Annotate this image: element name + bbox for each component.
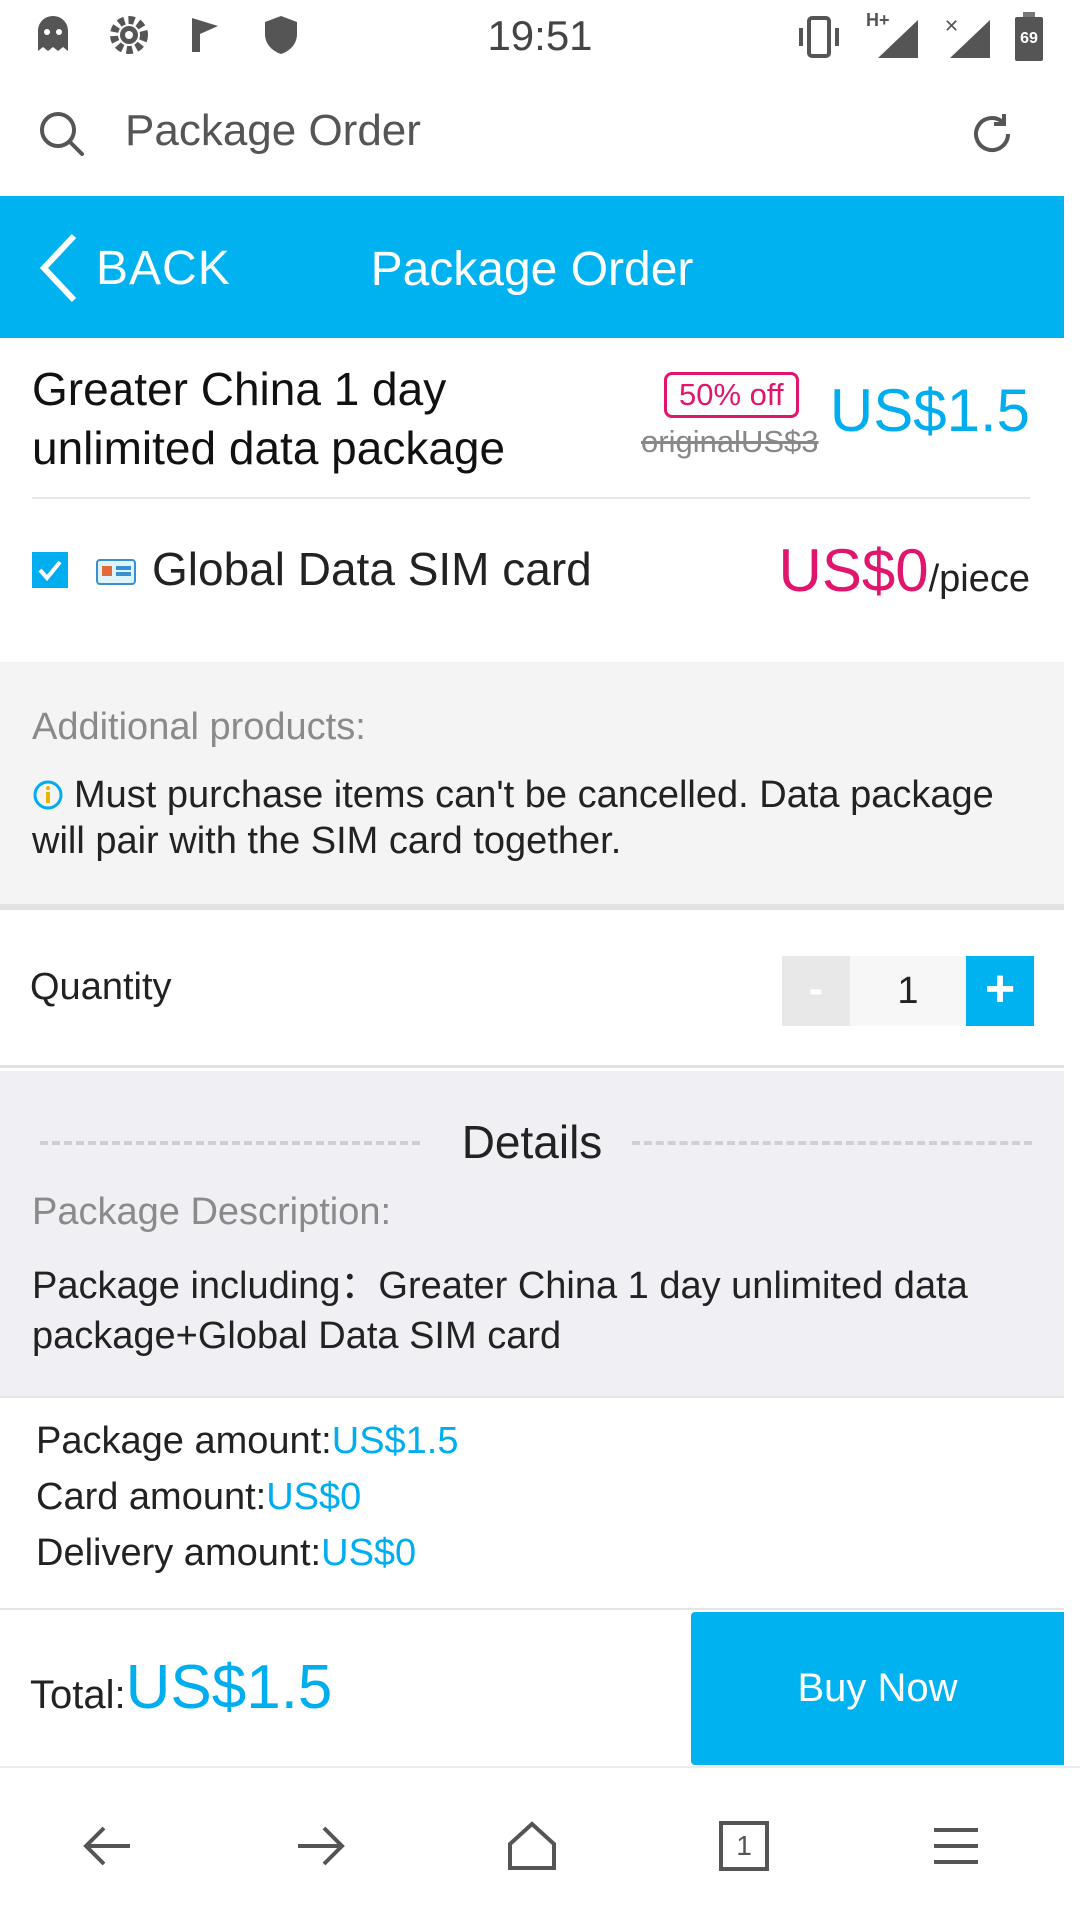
- product-name: Greater China 1 day unlimited data packa…: [32, 363, 506, 474]
- details-title: Details: [461, 1116, 603, 1168]
- sim-card-unit: /piece: [928, 558, 1030, 600]
- sim-card-row: Global Data SIM card US$0/piece: [0, 500, 1064, 660]
- product-price: US$1.5: [829, 377, 1030, 444]
- sim-card-icon: [96, 559, 136, 585]
- discount-badge: 50% off: [664, 372, 799, 418]
- original-price: originalUS$3: [641, 424, 819, 459]
- sim-card-checkbox[interactable]: [32, 552, 68, 588]
- info-icon: [33, 780, 63, 810]
- package-amount-label: Package amount:: [36, 1420, 332, 1462]
- delivery-amount-row: Delivery amount:US$0: [36, 1532, 416, 1575]
- signal-icon: H+: [866, 10, 920, 60]
- delivery-amount-label: Delivery amount:: [36, 1532, 322, 1574]
- package-amount-value: US$1.5: [331, 1420, 459, 1462]
- divider: [32, 497, 1030, 499]
- search-icon[interactable]: [36, 108, 88, 160]
- card-amount-value: US$0: [266, 1476, 362, 1518]
- network-type-label: H+: [866, 10, 890, 30]
- buy-now-button[interactable]: Buy Now: [691, 1612, 1064, 1765]
- status-bar: 19:51 H+ ✕ 69: [0, 0, 1080, 76]
- quantity-label: Quantity: [30, 966, 172, 1008]
- total-label: Total:: [30, 1673, 126, 1717]
- battery-level: 69: [1020, 30, 1038, 47]
- quantity-decrement-button[interactable]: -: [782, 956, 850, 1026]
- browser-nav-bar: 1: [0, 1766, 1080, 1920]
- product-row: Greater China 1 day unlimited data packa…: [0, 340, 1064, 500]
- additional-heading: Additional products:: [32, 706, 366, 748]
- total-bar: Total:US$1.5 Buy Now: [0, 1612, 1064, 1765]
- total-value: US$1.5: [125, 1653, 333, 1722]
- page-title: Package Order: [370, 243, 694, 296]
- vibrate-icon: [799, 16, 839, 58]
- tab-count: 1: [736, 1830, 752, 1861]
- forward-arrow-icon[interactable]: [292, 1818, 348, 1874]
- browser-address-bar[interactable]: Package Order: [0, 76, 1080, 196]
- card-amount-label: Card amount:: [36, 1476, 267, 1518]
- additional-products-section: Additional products: Must purchase items…: [0, 662, 1064, 910]
- details-section[interactable]: Details Package Description: Package inc…: [0, 1071, 1064, 1396]
- sim-card-price: US$0: [778, 537, 929, 604]
- status-right-icons: H+ ✕ 69: [794, 10, 1044, 62]
- signal-x-icon: ✕: [944, 16, 990, 58]
- address-text[interactable]: Package Order: [125, 106, 421, 156]
- svg-text:✕: ✕: [944, 16, 959, 36]
- additional-note-wrap: Must purchase items can't be cancelled. …: [32, 772, 1032, 864]
- back-arrow-icon[interactable]: [80, 1818, 136, 1874]
- description-text: Package including：Greater China 1 day un…: [32, 1265, 968, 1357]
- card-amount-row: Card amount:US$0: [36, 1476, 361, 1519]
- quantity-row: Quantity - 1 +: [0, 916, 1064, 1068]
- additional-note: Must purchase items can't be cancelled. …: [32, 774, 994, 862]
- total-wrap: Total:US$1.5: [30, 1652, 332, 1723]
- amounts-summary: Package amount:US$1.5 Card amount:US$0 D…: [0, 1396, 1064, 1610]
- description-label: Package Description:: [32, 1191, 392, 1233]
- quantity-value[interactable]: 1: [850, 956, 966, 1026]
- reload-icon[interactable]: [966, 108, 1018, 160]
- checkmark-icon: [38, 560, 62, 582]
- home-icon[interactable]: [504, 1818, 560, 1874]
- package-amount-row: Package amount:US$1.5: [36, 1420, 459, 1463]
- sim-card-label: Global Data SIM card: [152, 543, 592, 595]
- app-header: BACK Package Order: [0, 196, 1064, 338]
- delivery-amount-value: US$0: [321, 1532, 417, 1574]
- tabs-icon[interactable]: 1: [716, 1818, 772, 1874]
- menu-icon[interactable]: [928, 1818, 984, 1874]
- quantity-increment-button[interactable]: +: [966, 956, 1034, 1026]
- battery-icon: 69: [1014, 12, 1044, 62]
- sim-card-price-wrap: US$0/piece: [779, 536, 1031, 605]
